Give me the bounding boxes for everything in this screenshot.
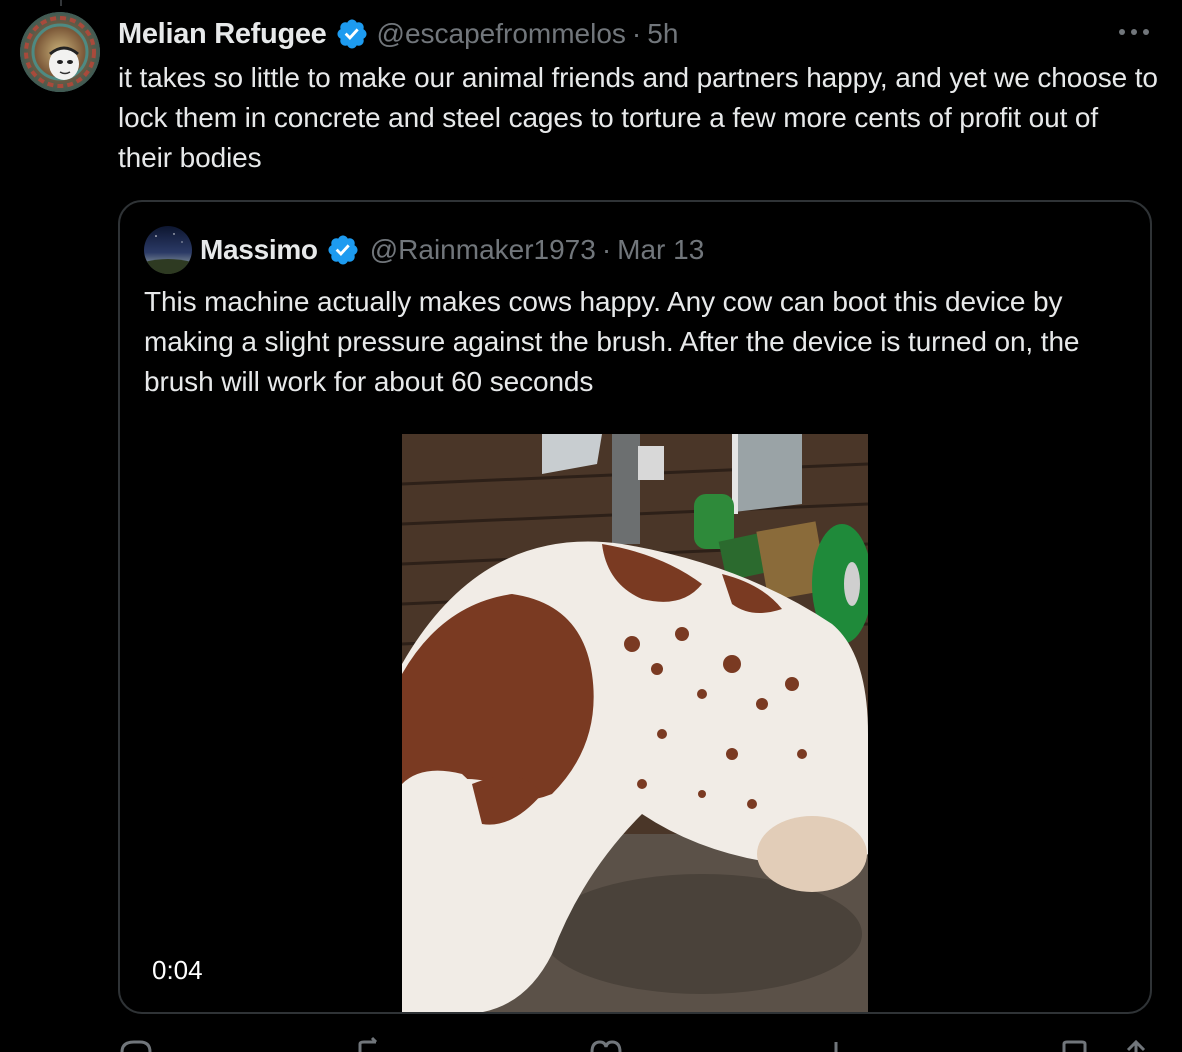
tweet-action-bar (118, 1036, 1158, 1052)
quoted-header-separator: · (601, 234, 612, 265)
author-handle[interactable]: @escapefrommelos (377, 18, 626, 50)
header-separator: · (631, 18, 642, 49)
quoted-tweet-header: Massimo @Rainmaker1973 · Mar 13 (200, 230, 704, 270)
share-icon[interactable] (1122, 1036, 1158, 1052)
thread-connector-line (60, 0, 62, 6)
tweet-timestamp[interactable]: 5h (647, 18, 678, 50)
quoted-author-handle[interactable]: @Rainmaker1973 (370, 234, 596, 266)
tweet-header: Melian Refugee @escapefrommelos · 5h (118, 14, 678, 54)
retweet-icon[interactable] (354, 1036, 390, 1052)
more-options-icon[interactable] (1114, 18, 1154, 46)
quoted-author-name[interactable]: Massimo (200, 234, 318, 266)
bookmark-icon[interactable] (1058, 1036, 1094, 1052)
reply-icon[interactable] (118, 1036, 154, 1052)
quoted-tweet-timestamp[interactable]: Mar 13 (617, 234, 704, 266)
views-icon[interactable] (824, 1036, 860, 1052)
video-duration-label: 0:04 (152, 955, 203, 985)
verified-badge-icon[interactable] (335, 17, 369, 51)
video-thumbnail[interactable] (402, 434, 868, 1012)
author-avatar[interactable] (20, 12, 100, 92)
tweet-body-text: it takes so little to make our animal fr… (118, 62, 1158, 173)
like-icon[interactable] (588, 1036, 624, 1052)
quoted-author-avatar[interactable] (144, 226, 192, 274)
author-name[interactable]: Melian Refugee (118, 18, 327, 51)
quoted-tweet-text: This machine actually makes cows happy. … (144, 286, 1080, 397)
verified-badge-icon[interactable] (326, 233, 360, 267)
quoted-tweet-card[interactable]: Massimo @Rainmaker1973 · Mar 13 This mac… (118, 200, 1152, 1014)
